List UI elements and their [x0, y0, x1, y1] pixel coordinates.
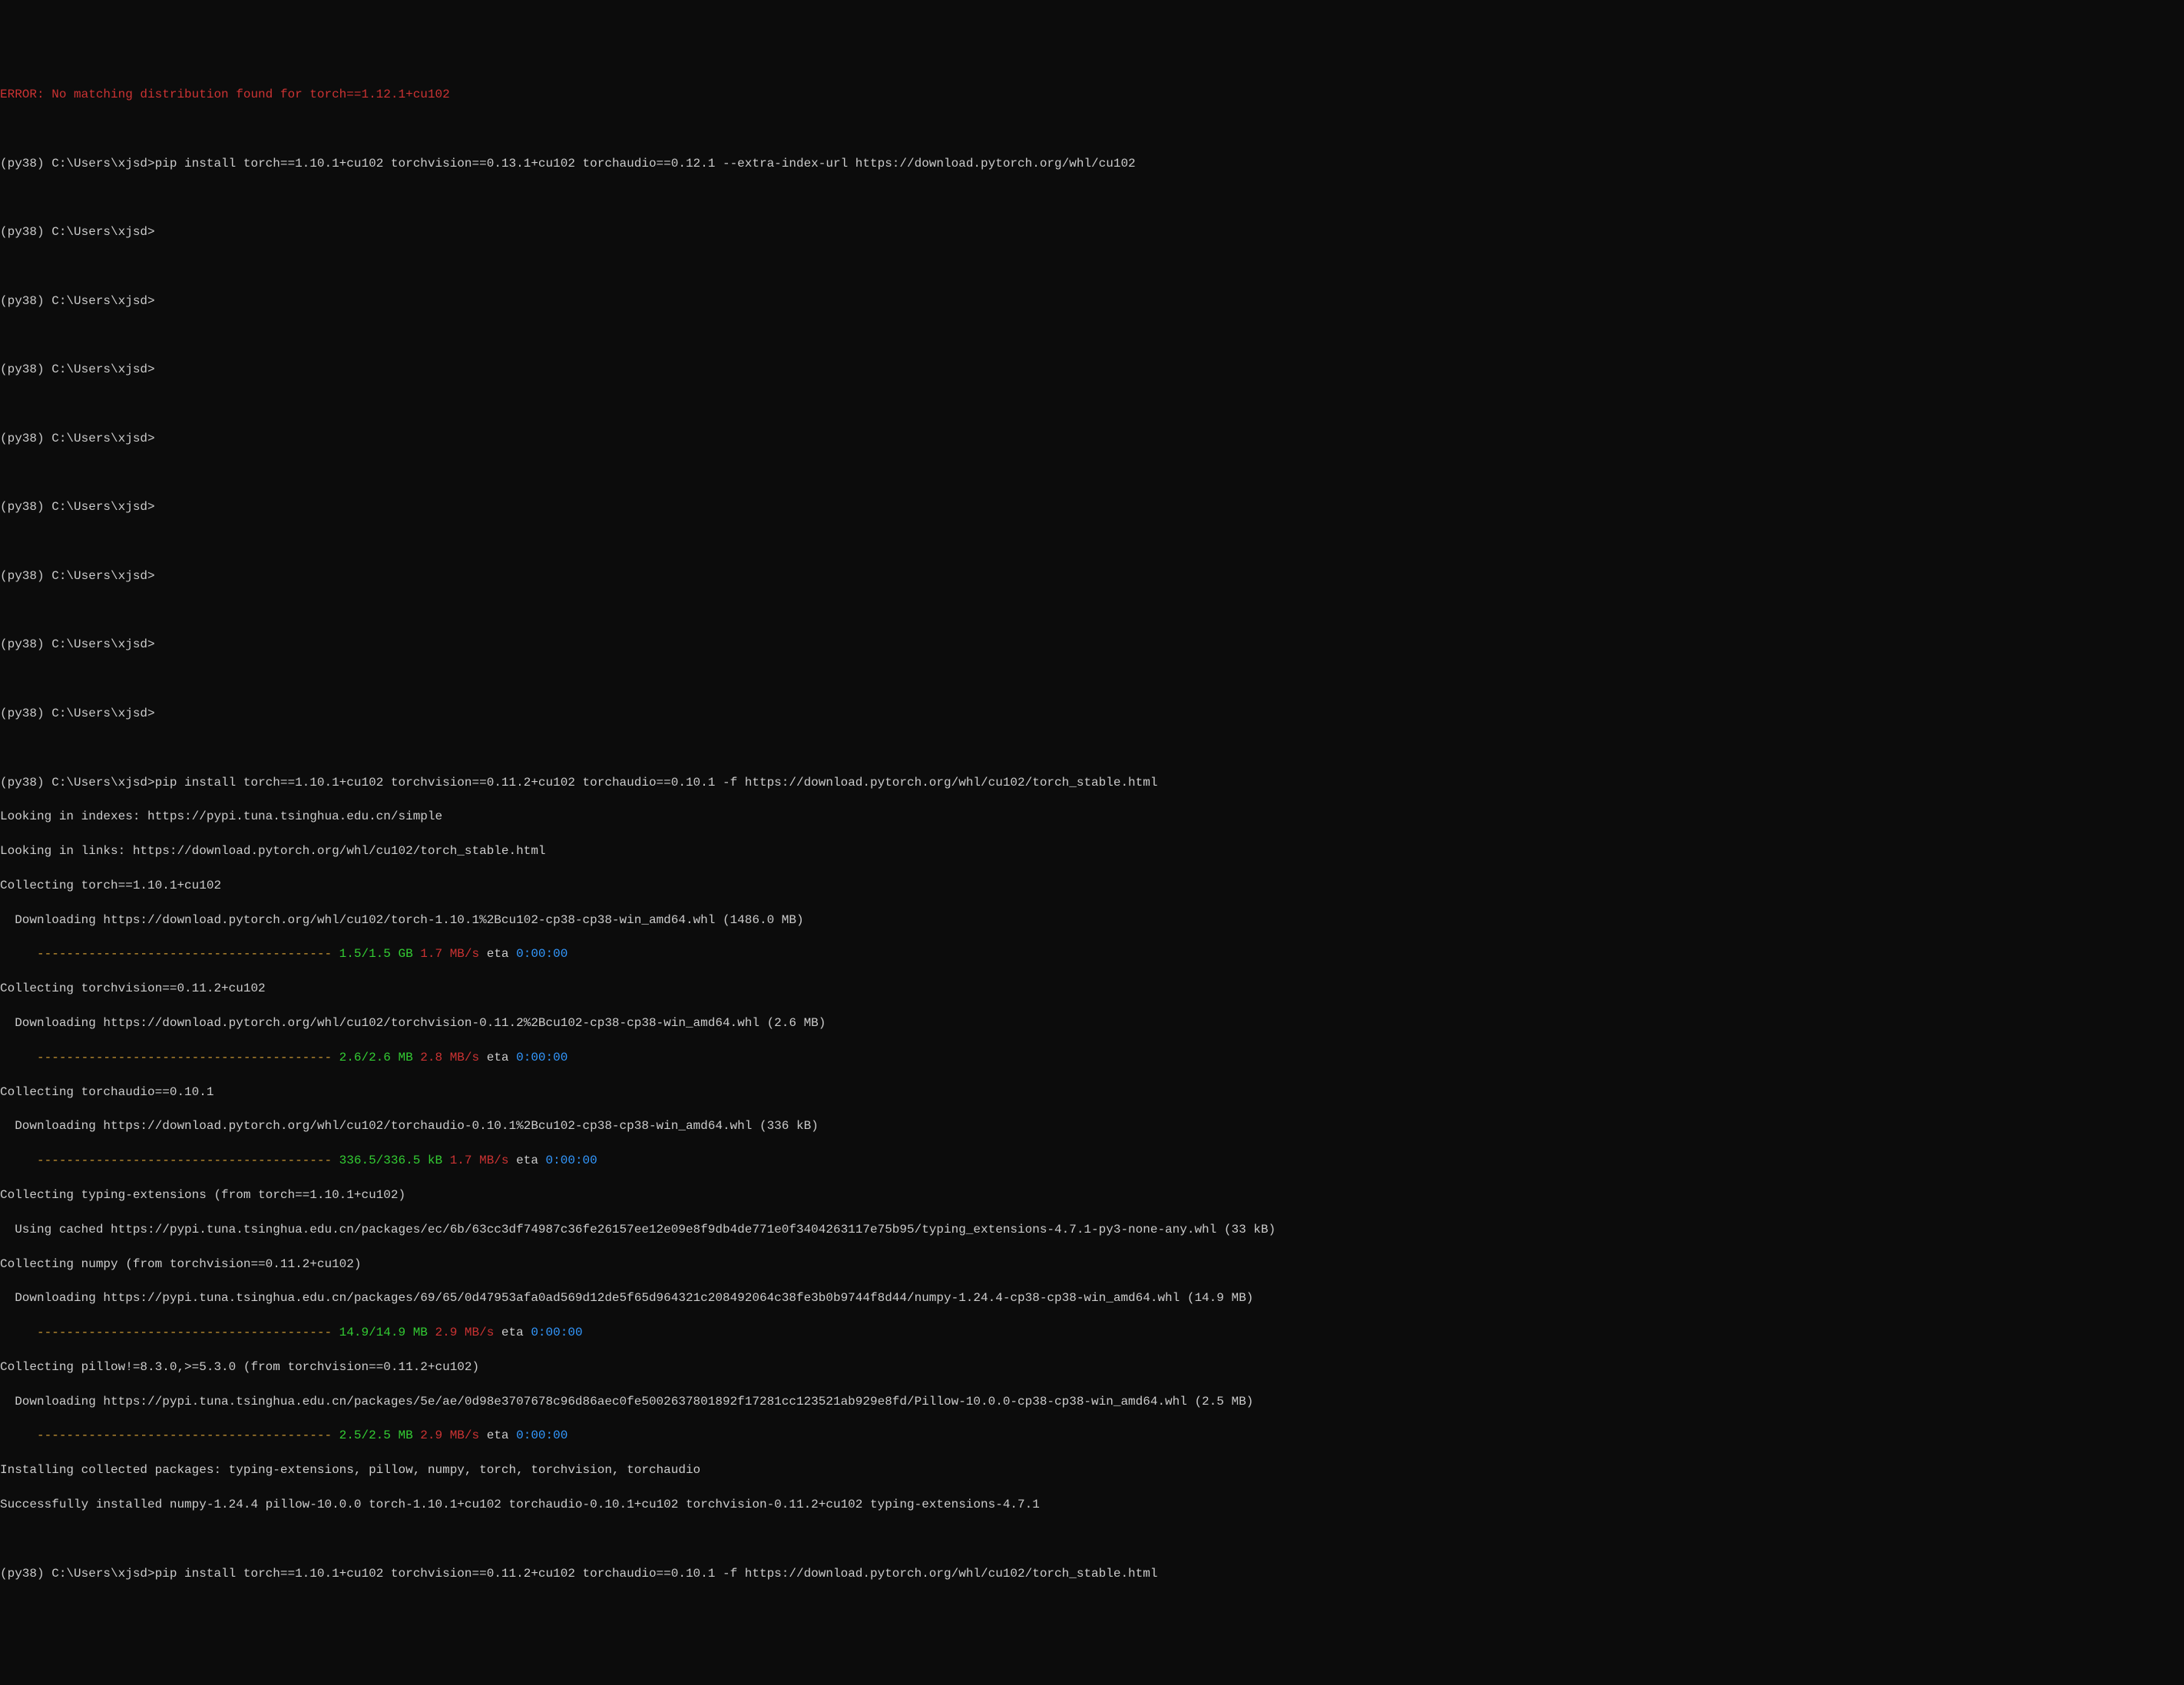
- prompt-line: (py38) C:\Users\xjsd>: [0, 636, 2184, 653]
- progress-eta-time: 0:00:00: [546, 1154, 597, 1167]
- collecting-torchaudio: Collecting torchaudio==0.10.1: [0, 1084, 2184, 1101]
- empty-line: [0, 465, 2184, 482]
- empty-line: [0, 670, 2184, 687]
- download-numpy: Downloading https://pypi.tuna.tsinghua.e…: [0, 1289, 2184, 1306]
- progress-bar: ----------------------------------------: [0, 1051, 339, 1064]
- prompt-line: (py38) C:\Users\xjsd>: [0, 361, 2184, 378]
- prompt: (py38) C:\Users\xjsd>: [0, 776, 155, 790]
- progress-eta-label: eta: [509, 1154, 546, 1167]
- progress-speed: 2.9 MB/s: [428, 1326, 494, 1339]
- command-text: pip install torch==1.10.1+cu102 torchvis…: [155, 1567, 1158, 1581]
- progress-eta-time: 0:00:00: [516, 1428, 568, 1442]
- progress-eta-label: eta: [479, 1051, 516, 1064]
- empty-line: [0, 258, 2184, 275]
- progress-size: 2.6/2.6 MB: [339, 1051, 413, 1064]
- prompt-line: (py38) C:\Users\xjsd>: [0, 705, 2184, 722]
- collecting-numpy: Collecting numpy (from torchvision==0.11…: [0, 1256, 2184, 1273]
- progress-size: 336.5/336.5 kB: [339, 1154, 442, 1167]
- progress-size: 14.9/14.9 MB: [339, 1326, 428, 1339]
- prompt-line: (py38) C:\Users\xjsd>: [0, 430, 2184, 447]
- collecting-typing: Collecting typing-extensions (from torch…: [0, 1187, 2184, 1203]
- download-pillow: Downloading https://pypi.tuna.tsinghua.e…: [0, 1393, 2184, 1410]
- success-message: Successfully installed numpy-1.24.4 pill…: [0, 1496, 2184, 1513]
- prompt-line: (py38) C:\Users\xjsd>pip install torch==…: [0, 1565, 2184, 1582]
- progress-speed: 2.9 MB/s: [413, 1428, 479, 1442]
- progress-bar: ----------------------------------------: [0, 1154, 339, 1167]
- progress-size: 1.5/1.5 GB: [339, 947, 413, 961]
- prompt: (py38) C:\Users\xjsd>: [0, 1567, 155, 1581]
- collecting-torchvision: Collecting torchvision==0.11.2+cu102: [0, 980, 2184, 997]
- command-text: pip install torch==1.10.1+cu102 torchvis…: [155, 157, 1136, 170]
- prompt-line: (py38) C:\Users\xjsd>pip install torch==…: [0, 774, 2184, 791]
- download-torchvision: Downloading https://download.pytorch.org…: [0, 1015, 2184, 1031]
- progress-torchvision: ----------------------------------------…: [0, 1049, 2184, 1066]
- progress-speed: 2.8 MB/s: [413, 1051, 479, 1064]
- download-torchaudio: Downloading https://download.pytorch.org…: [0, 1117, 2184, 1134]
- prompt: (py38) C:\Users\xjsd>: [0, 157, 155, 170]
- cached-typing: Using cached https://pypi.tuna.tsinghua.…: [0, 1221, 2184, 1238]
- empty-line: [0, 326, 2184, 343]
- progress-bar: ----------------------------------------: [0, 1326, 339, 1339]
- progress-bar: ----------------------------------------: [0, 947, 339, 961]
- error-line: ERROR: No matching distribution found fo…: [0, 86, 2184, 103]
- prompt-line: (py38) C:\Users\xjsd>: [0, 223, 2184, 240]
- terminal[interactable]: ERROR: No matching distribution found fo…: [0, 69, 2184, 1600]
- progress-speed: 1.7 MB/s: [442, 1154, 508, 1167]
- prompt-line: (py38) C:\Users\xjsd>: [0, 293, 2184, 310]
- prompt-line: (py38) C:\Users\xjsd>pip install torch==…: [0, 155, 2184, 172]
- installing-packages: Installing collected packages: typing-ex…: [0, 1462, 2184, 1478]
- progress-eta-time: 0:00:00: [516, 947, 568, 961]
- progress-numpy: ----------------------------------------…: [0, 1324, 2184, 1341]
- collecting-pillow: Collecting pillow!=8.3.0,>=5.3.0 (from t…: [0, 1359, 2184, 1375]
- progress-eta-time: 0:00:00: [531, 1326, 582, 1339]
- progress-torch: ----------------------------------------…: [0, 945, 2184, 962]
- progress-bar: ----------------------------------------: [0, 1428, 339, 1442]
- empty-line: [0, 533, 2184, 550]
- prompt-line: (py38) C:\Users\xjsd>: [0, 568, 2184, 584]
- empty-line: [0, 1531, 2184, 1548]
- prompt-line: (py38) C:\Users\xjsd>: [0, 498, 2184, 515]
- command-text: pip install torch==1.10.1+cu102 torchvis…: [155, 776, 1158, 790]
- progress-speed: 1.7 MB/s: [413, 947, 479, 961]
- progress-eta-time: 0:00:00: [516, 1051, 568, 1064]
- looking-indexes: Looking in indexes: https://pypi.tuna.ts…: [0, 808, 2184, 825]
- progress-size: 2.5/2.5 MB: [339, 1428, 413, 1442]
- empty-line: [0, 396, 2184, 412]
- progress-torchaudio: ----------------------------------------…: [0, 1152, 2184, 1169]
- collecting-torch: Collecting torch==1.10.1+cu102: [0, 877, 2184, 894]
- looking-links: Looking in links: https://download.pytor…: [0, 842, 2184, 859]
- empty-line: [0, 189, 2184, 206]
- progress-pillow: ----------------------------------------…: [0, 1427, 2184, 1444]
- empty-line: [0, 740, 2184, 756]
- progress-eta-label: eta: [479, 947, 516, 961]
- progress-eta-label: eta: [479, 1428, 516, 1442]
- empty-line: [0, 121, 2184, 137]
- download-torch: Downloading https://download.pytorch.org…: [0, 912, 2184, 929]
- empty-line: [0, 602, 2184, 619]
- progress-eta-label: eta: [494, 1326, 531, 1339]
